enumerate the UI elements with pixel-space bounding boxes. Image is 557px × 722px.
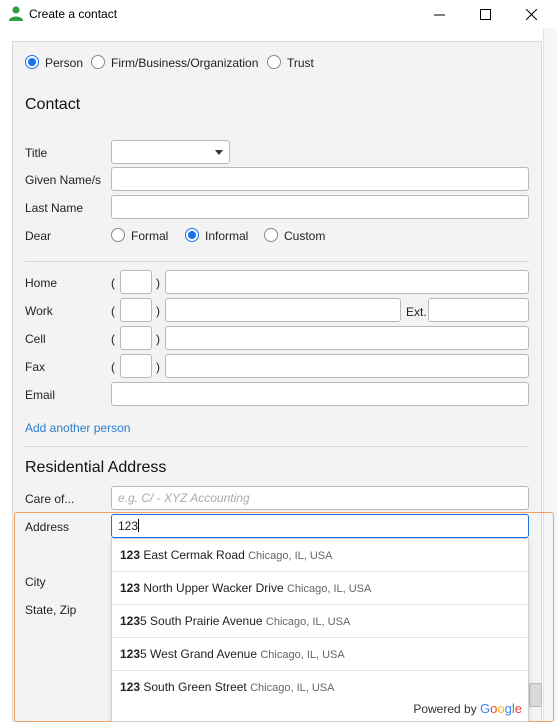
suggestion-match: 123 <box>120 614 141 628</box>
address-suggestion[interactable]: 1235 West Grand Avenue Chicago, IL, USA <box>112 638 528 671</box>
home-phone-input[interactable] <box>165 270 529 294</box>
last-name-input[interactable] <box>111 195 529 219</box>
scrollbar-thumb[interactable] <box>529 683 542 707</box>
home-area-code-input[interactable] <box>120 270 152 294</box>
given-name-label: Given Name/s <box>25 173 102 187</box>
dear-formal-label: Formal <box>131 229 169 243</box>
close-paren: ) <box>156 332 160 346</box>
open-paren: ( <box>111 276 115 290</box>
fax-phone-input[interactable] <box>165 354 529 378</box>
logo-letter: G <box>480 701 491 716</box>
suggestion-street: 5 West Grand Avenue <box>140 647 257 661</box>
address-suggestion[interactable]: 123 East Cermak Road Chicago, IL, USA <box>112 539 528 572</box>
suggestion-match: 123 <box>120 680 141 694</box>
address-autocomplete-dropdown: 123 East Cermak Road Chicago, IL, USA 12… <box>111 538 529 722</box>
radio-dear-formal[interactable] <box>111 228 125 242</box>
suggestion-match: 123 <box>120 647 141 661</box>
cell-phone-input[interactable] <box>165 326 529 350</box>
title-select[interactable] <box>111 140 230 164</box>
cell-label: Cell <box>25 332 46 346</box>
address-suggestion[interactable]: 1235 South Prairie Avenue Chicago, IL, U… <box>112 605 528 638</box>
address-label: Address <box>25 520 70 534</box>
divider <box>25 446 529 447</box>
powered-by-text: Powered by <box>413 702 477 716</box>
work-area-code-input[interactable] <box>120 298 152 322</box>
fax-area-code-input[interactable] <box>120 354 152 378</box>
work-label: Work <box>25 304 53 318</box>
radio-person-label: Person <box>45 56 84 70</box>
maximize-icon <box>479 8 491 20</box>
dear-informal-label: Informal <box>205 229 249 243</box>
email-label: Email <box>25 388 56 402</box>
close-icon <box>525 8 537 20</box>
work-phone-input[interactable] <box>165 298 401 322</box>
logo-letter: g <box>504 701 512 716</box>
dropdown-arrow-icon <box>215 150 223 155</box>
close-button[interactable] <box>508 0 554 28</box>
suggestion-locality: Chicago, IL, USA <box>250 682 335 694</box>
suggestion-match: 123 <box>120 548 141 562</box>
care-of-input[interactable]: e.g. C/ - XYZ Accounting <box>111 486 529 510</box>
open-paren: ( <box>111 304 115 318</box>
suggestion-match: 123 <box>120 581 141 595</box>
cell-area-code-input[interactable] <box>120 326 152 350</box>
suggestion-street: South Green Street <box>140 680 247 694</box>
maximize-button[interactable] <box>462 0 508 28</box>
radio-trust[interactable] <box>267 55 281 69</box>
dear-custom-label: Custom <box>284 229 326 243</box>
logo-letter: e <box>514 701 522 716</box>
email-input[interactable] <box>111 382 529 406</box>
address-suggestion[interactable]: 123 South Green Street Chicago, IL, USA <box>112 671 528 704</box>
logo-letter: o <box>497 701 505 716</box>
city-label: City <box>25 575 46 589</box>
fax-label: Fax <box>25 360 46 374</box>
close-paren: ) <box>156 276 160 290</box>
state-zip-label: State, Zip <box>25 603 77 617</box>
google-logo: Google <box>480 701 522 716</box>
suggestion-street: North Upper Wacker Drive <box>140 581 284 595</box>
suggestion-street: East Cermak Road <box>140 548 245 562</box>
add-another-person-link[interactable]: Add another person <box>25 421 130 435</box>
radio-dear-custom[interactable] <box>264 228 278 242</box>
given-name-input[interactable] <box>111 167 529 191</box>
window-title: Create a contact <box>29 7 118 21</box>
suggestion-locality: Chicago, IL, USA <box>286 583 372 595</box>
contact-heading: Contact <box>25 96 81 113</box>
close-paren: ) <box>156 360 160 374</box>
dear-label: Dear <box>25 229 52 243</box>
powered-by-google: Powered by Google <box>413 701 522 716</box>
address-input[interactable]: 123 <box>111 514 529 538</box>
title-bar: Create a contact <box>0 0 557 28</box>
divider <box>25 261 529 262</box>
minimize-icon <box>433 14 445 15</box>
last-name-label: Last Name <box>25 201 84 215</box>
radio-firm[interactable] <box>91 55 105 69</box>
address-suggestion[interactable]: 123 North Upper Wacker Drive Chicago, IL… <box>112 572 528 605</box>
person-icon <box>9 6 23 21</box>
address-input-value: 123 <box>118 519 139 533</box>
close-paren: ) <box>156 304 160 318</box>
radio-person[interactable] <box>25 55 39 69</box>
open-paren: ( <box>111 360 115 374</box>
text-caret <box>138 519 140 532</box>
radio-dear-informal[interactable] <box>185 228 199 242</box>
suggestion-locality: Chicago, IL, USA <box>265 616 351 628</box>
residential-address-heading: Residential Address <box>25 459 167 476</box>
suggestion-street: 5 South Prairie Avenue <box>140 614 263 628</box>
title-label: Title <box>25 146 48 160</box>
open-paren: ( <box>111 332 115 346</box>
ext-label: Ext. <box>406 305 427 319</box>
home-label: Home <box>25 276 58 290</box>
care-of-label: Care of... <box>25 492 75 506</box>
work-ext-input[interactable] <box>428 298 529 322</box>
suggestion-locality: Chicago, IL, USA <box>260 649 345 661</box>
minimize-button[interactable] <box>416 0 462 28</box>
radio-firm-label: Firm/Business/Organization <box>111 56 259 70</box>
radio-trust-label: Trust <box>287 56 314 70</box>
suggestion-locality: Chicago, IL, USA <box>248 550 333 562</box>
